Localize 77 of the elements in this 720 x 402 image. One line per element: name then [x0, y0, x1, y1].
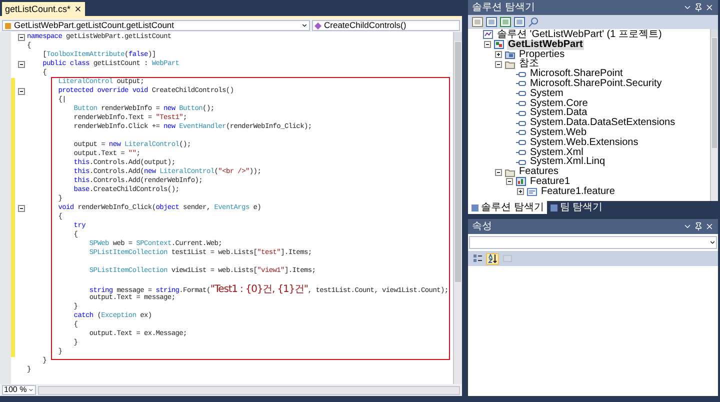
pin-icon[interactable] [694, 222, 703, 231]
type-dropdown[interactable]: GetListWebPart.getListCount.getListCount [2, 20, 310, 31]
tree-item[interactable]: System [529, 88, 564, 99]
close-icon[interactable] [74, 5, 82, 13]
collapse-icon[interactable] [506, 178, 512, 186]
tree-item[interactable]: Properties [518, 50, 566, 60]
project-icon [494, 40, 504, 50]
reference-icon [516, 148, 526, 157]
tree-item[interactable]: 참조 [518, 59, 540, 70]
reference-icon [516, 108, 526, 118]
panel-title: 솔루션 탐색기 [472, 2, 535, 12]
dropdown-icon [709, 239, 716, 246]
tab-label: 팀 탐색기 [560, 202, 603, 212]
pin-icon[interactable] [694, 3, 703, 12]
tab-label: getListCount.cs* [5, 4, 71, 14]
reference-icon [516, 89, 526, 98]
reference-icon [516, 128, 526, 138]
close-icon[interactable] [705, 3, 714, 12]
collapse-icon[interactable] [18, 205, 24, 212]
tree-item[interactable]: Features [518, 167, 560, 177]
tab-icon [550, 204, 558, 212]
tree-item[interactable]: Microsoft.SharePoint.Security [529, 78, 663, 89]
alphabetical-button[interactable] [486, 252, 499, 264]
reference-icon [516, 98, 526, 108]
reference-icon [516, 138, 526, 148]
reference-icon [516, 79, 526, 88]
reference-icon [516, 118, 526, 128]
tree-item[interactable]: Feature1 [529, 176, 572, 187]
dropdown-icon [301, 22, 308, 29]
zoom-level: 100 % [4, 386, 27, 394]
tree-item[interactable]: Feature1.feature [540, 186, 616, 197]
type-combo-text: GetListWebPart.getListCount.getListCount [14, 21, 176, 30]
expand-icon[interactable] [494, 50, 502, 58]
feature-file-icon [527, 187, 537, 196]
collapse-icon[interactable] [494, 168, 502, 176]
folder-icon [505, 168, 515, 177]
vertical-scrollbar[interactable] [453, 32, 462, 384]
tab-icon [471, 204, 479, 212]
collapse-icon[interactable] [494, 60, 502, 68]
reference-icon [516, 70, 526, 79]
folder-icon [505, 60, 515, 69]
document-tab[interactable]: getListCount.cs* [2, 2, 85, 16]
folder-icon [505, 50, 515, 59]
collapse-icon[interactable] [18, 34, 24, 41]
panel-tab[interactable]: 팀 탐색기 [546, 201, 606, 214]
reference-icon [516, 158, 526, 167]
tree-item[interactable]: System.Xml [529, 148, 584, 158]
zoom-dropdown[interactable]: 100 % [2, 385, 36, 395]
feature-icon [516, 177, 526, 186]
tree-item[interactable]: Microsoft.SharePoint [529, 69, 624, 79]
tab-label: 솔루션 탐색기 [481, 202, 544, 212]
class-icon [4, 22, 12, 30]
tree-item[interactable]: System.Web [529, 128, 588, 138]
panel-tab[interactable]: 솔루션 탐색기 [468, 201, 547, 214]
close-icon[interactable] [705, 222, 714, 231]
collapse-icon[interactable] [484, 41, 490, 48]
tree-item[interactable]: System.Data.DataSetExtensions [529, 118, 676, 128]
tree-item[interactable]: System.Core [529, 98, 589, 108]
tree-item[interactable]: GetListWebPart [507, 40, 584, 50]
method-icon [314, 22, 322, 30]
vertical-scrollbar[interactable] [710, 29, 718, 201]
tree-item[interactable]: System.Data [529, 108, 588, 118]
tree-item[interactable]: System.Xml.Linq [529, 157, 606, 168]
horizontal-scrollbar[interactable] [38, 386, 460, 394]
dropdown-icon[interactable] [683, 222, 692, 231]
panel-title: 속성 [472, 222, 492, 232]
categorized-button[interactable] [471, 252, 484, 264]
member-dropdown[interactable]: CreateChildControls() [312, 20, 460, 31]
search-icon[interactable] [528, 17, 539, 27]
dropdown-icon[interactable] [683, 3, 692, 12]
collapse-icon[interactable] [18, 61, 24, 68]
collapse-icon[interactable] [18, 88, 24, 95]
expand-icon[interactable] [516, 188, 524, 196]
tree-item[interactable]: 솔루션 'GetListWebPart' (1 프로젝트) [496, 30, 663, 40]
dropdown-icon [28, 387, 34, 393]
tree-item[interactable]: System.Web.Extensions [529, 138, 640, 148]
member-combo-text: CreateChildControls() [324, 21, 406, 30]
